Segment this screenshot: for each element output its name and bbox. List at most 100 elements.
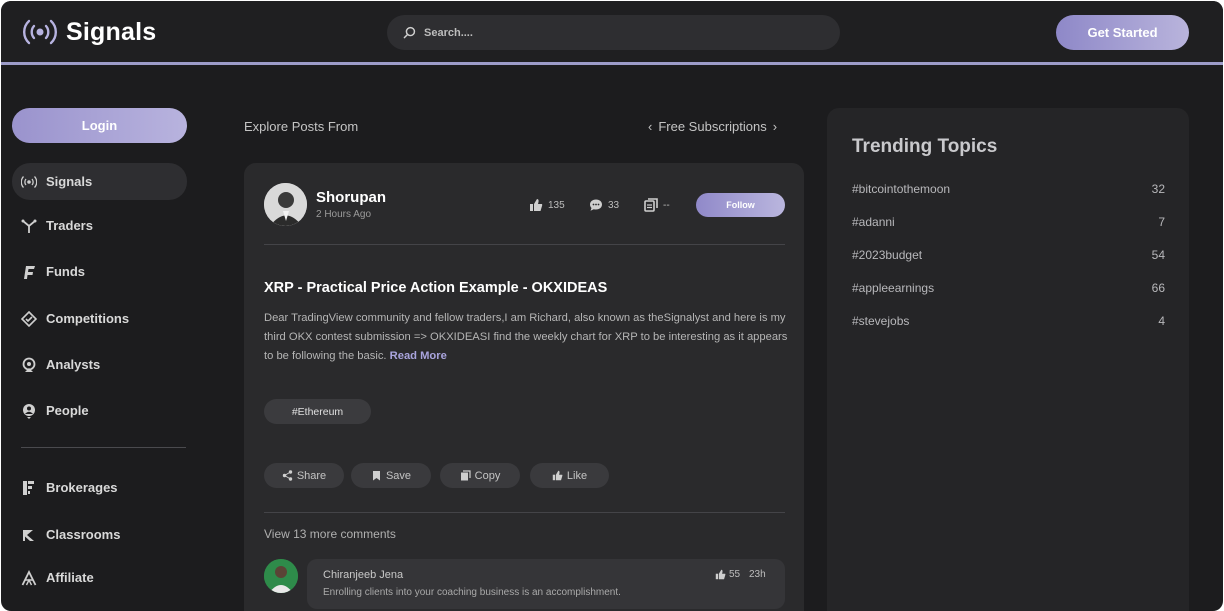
read-more-link[interactable]: Read More — [390, 350, 447, 362]
divider — [264, 512, 785, 513]
share-icon — [282, 470, 293, 481]
thumbs-up-icon — [530, 199, 543, 211]
likes-count: 135 — [548, 199, 565, 211]
get-started-button[interactable]: Get Started — [1056, 15, 1189, 50]
search-input[interactable] — [424, 26, 804, 39]
classrooms-icon — [23, 529, 34, 541]
brand-logo[interactable]: Signals — [20, 17, 156, 47]
trending-topic[interactable]: #bitcointothemoon 32 — [852, 182, 1165, 196]
login-button[interactable]: Login — [12, 108, 187, 143]
topic-count: 32 — [1151, 182, 1165, 196]
sidebar-item-signals[interactable]: Signals — [12, 163, 187, 200]
brand-name: Signals — [66, 17, 157, 46]
sidebar-item-funds[interactable]: Funds — [12, 253, 187, 290]
sidebar-item-label: Competitions — [46, 311, 130, 326]
traders-icon — [21, 219, 37, 233]
view-more-comments-link[interactable]: View 13 more comments — [264, 527, 396, 541]
likes-stat[interactable]: 135 — [529, 198, 565, 212]
thumbs-up-icon — [552, 470, 563, 481]
copy-button[interactable]: Copy — [440, 463, 520, 488]
comment-bubble: Chiranjeeb Jena Enrolling clients into y… — [307, 559, 785, 609]
save-label: Save — [385, 469, 412, 482]
sidebar-item-label: Affiliate — [46, 570, 94, 585]
topic-tag: #appleearnings — [852, 281, 935, 295]
sidebar-item-brokerages[interactable]: Brokerages — [12, 469, 187, 506]
explore-heading: Explore Posts From — [244, 119, 359, 134]
author-avatar[interactable] — [264, 183, 307, 226]
sidebar-divider — [21, 447, 186, 448]
post-card: Shorupan 2 Hours Ago 135 33 -- Follow XR… — [244, 163, 804, 611]
post-body-text: Dear TradingView community and fellow tr… — [264, 312, 788, 362]
sidebar-item-analysts[interactable]: Analysts — [12, 346, 187, 383]
analysts-icon — [22, 357, 36, 372]
post-tag[interactable]: #Ethereum — [264, 399, 371, 424]
person-photo-icon — [264, 559, 298, 593]
trending-topic[interactable]: #stevejobs 4 — [852, 314, 1165, 328]
trending-topic[interactable]: #adanni 7 — [852, 215, 1165, 229]
search-icon — [403, 26, 416, 39]
trending-title: Trending Topics — [852, 136, 998, 157]
sidebar-item-classrooms[interactable]: Classrooms — [12, 516, 187, 553]
copy-icon — [644, 198, 658, 212]
top-bar: Signals Get Started — [1, 1, 1223, 65]
affiliate-icon — [21, 569, 37, 585]
brokerages-icon — [23, 480, 34, 495]
topic-tag: #stevejobs — [852, 314, 910, 328]
chevron-right-icon[interactable]: › — [773, 119, 777, 134]
sidebar-item-label: Signals — [46, 174, 93, 189]
copies-count: -- — [663, 199, 670, 211]
search-bar[interactable] — [387, 15, 840, 50]
save-button[interactable]: Save — [351, 463, 431, 488]
commenter-name[interactable]: Chiranjeeb Jena — [323, 569, 403, 581]
topic-tag: #bitcointothemoon — [852, 182, 951, 196]
trending-topic[interactable]: #appleearnings 66 — [852, 281, 1165, 295]
post-title[interactable]: XRP - Practical Price Action Example - O… — [264, 280, 607, 296]
copy-icon — [460, 470, 471, 481]
trending-topic[interactable]: #2023budget 54 — [852, 248, 1165, 262]
trending-panel: Trending Topics #bitcointothemoon 32 #ad… — [827, 108, 1189, 611]
topic-tag: #2023budget — [852, 248, 923, 262]
comment-icon — [590, 199, 602, 211]
copy-label: Copy — [474, 469, 501, 482]
app-frame: Signals Get Started Login Signals Tr — [1, 1, 1223, 611]
post-body: Dear TradingView community and fellow tr… — [264, 309, 789, 366]
subscriptions-switcher[interactable]: ‹ Free Subscriptions › — [648, 119, 777, 134]
funds-icon — [24, 265, 35, 279]
sidebar-item-traders[interactable]: Traders — [12, 207, 187, 244]
thumbs-up-icon — [715, 569, 726, 580]
divider — [264, 244, 785, 245]
competitions-icon — [21, 310, 37, 327]
like-button[interactable]: Like — [530, 463, 609, 488]
sidebar-item-label: People — [46, 403, 89, 418]
comment-likes-count: 55 — [729, 569, 741, 580]
sidebar-item-people[interactable]: People — [12, 392, 187, 429]
topic-count: 54 — [1151, 248, 1165, 262]
chevron-left-icon[interactable]: ‹ — [648, 119, 652, 134]
sidebar-item-label: Funds — [46, 264, 85, 279]
author-name[interactable]: Shorupan — [316, 189, 386, 206]
sidebar-item-competitions[interactable]: Competitions — [12, 300, 187, 337]
follow-button[interactable]: Follow — [696, 193, 785, 217]
comment-likes[interactable]: 55 — [715, 569, 740, 580]
sidebar-item-label: Analysts — [46, 357, 101, 372]
topic-count: 7 — [1158, 215, 1165, 229]
sidebar-item-label: Traders — [46, 218, 93, 233]
copies-stat[interactable]: -- — [644, 198, 670, 212]
bookmark-icon — [372, 471, 380, 481]
comment-text: Enrolling clients into your coaching bus… — [323, 587, 621, 598]
post-time: 2 Hours Ago — [316, 209, 372, 220]
share-button[interactable]: Share — [264, 463, 344, 488]
broadcast-icon — [23, 19, 57, 45]
topic-count: 4 — [1158, 314, 1165, 328]
topic-count: 66 — [1151, 281, 1165, 295]
person-photo-icon — [264, 183, 307, 226]
comment-time: 23h — [749, 569, 766, 580]
sidebar-item-affiliate[interactable]: Affiliate — [12, 559, 187, 596]
people-icon — [23, 403, 35, 419]
comments-stat[interactable]: 33 — [589, 198, 619, 212]
topic-tag: #adanni — [852, 215, 895, 229]
commenter-avatar[interactable] — [264, 559, 298, 593]
sidebar-item-label: Classrooms — [46, 527, 121, 542]
share-label: Share — [296, 469, 327, 482]
subscriptions-label: Free Subscriptions — [658, 119, 767, 134]
